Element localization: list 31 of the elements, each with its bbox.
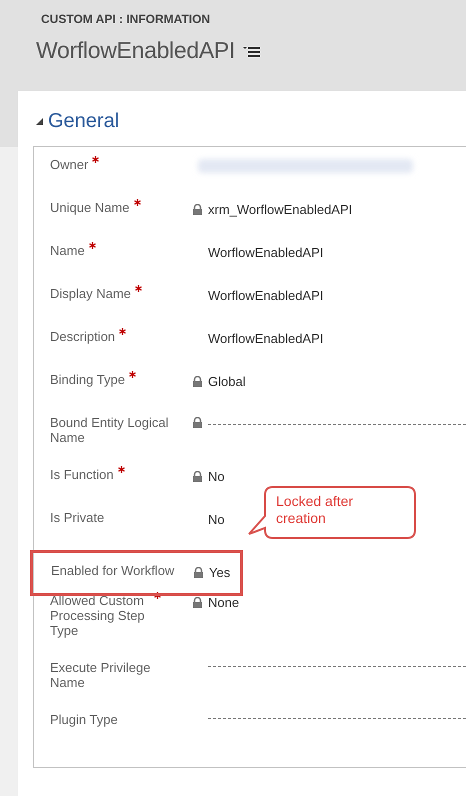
field-value[interactable]: Yes <box>209 565 230 580</box>
field-label: Allowed Custom Processing Step Type <box>50 593 146 638</box>
record-title: WorflowEnabledAPI <box>36 36 236 64</box>
menu-icon[interactable] <box>243 46 260 58</box>
field-value[interactable]: WorflowEnabledAPI <box>208 288 324 303</box>
field-label: Owner <box>50 157 88 172</box>
field-value[interactable]: None <box>208 595 240 610</box>
empty-field-line[interactable] <box>208 718 466 719</box>
field-value[interactable]: No <box>208 512 225 527</box>
empty-field-line[interactable] <box>208 424 466 425</box>
field-label: Execute Privilege Name <box>50 660 152 690</box>
callout-text: Locked after creation <box>276 493 354 527</box>
field-label: Display Name <box>50 286 131 301</box>
field-label: Description <box>50 329 116 344</box>
field-label: Plugin Type <box>50 712 118 727</box>
section-title[interactable]: General <box>48 109 120 133</box>
field-label: Enabled for Workflow <box>51 563 174 578</box>
field-label: Unique Name <box>50 200 130 215</box>
collapse-caret-icon[interactable] <box>36 118 43 124</box>
field-label: Is Private <box>50 510 104 525</box>
field-label: Bound Entity Logical Name <box>50 415 170 445</box>
field-label: Name <box>50 243 85 258</box>
field-value[interactable]: WorflowEnabledAPI <box>208 245 324 260</box>
field-value[interactable]: No <box>208 469 225 484</box>
field-label: Binding Type <box>50 372 125 387</box>
field-value[interactable]: Global <box>208 374 246 389</box>
field-value[interactable]: WorflowEnabledAPI <box>208 331 324 346</box>
entity-label: CUSTOM API : INFORMATION <box>41 11 210 27</box>
empty-field-line[interactable] <box>208 666 466 667</box>
field-value[interactable]: xrm_WorflowEnabledAPI <box>208 202 352 217</box>
field-label: Is Function <box>50 467 114 482</box>
